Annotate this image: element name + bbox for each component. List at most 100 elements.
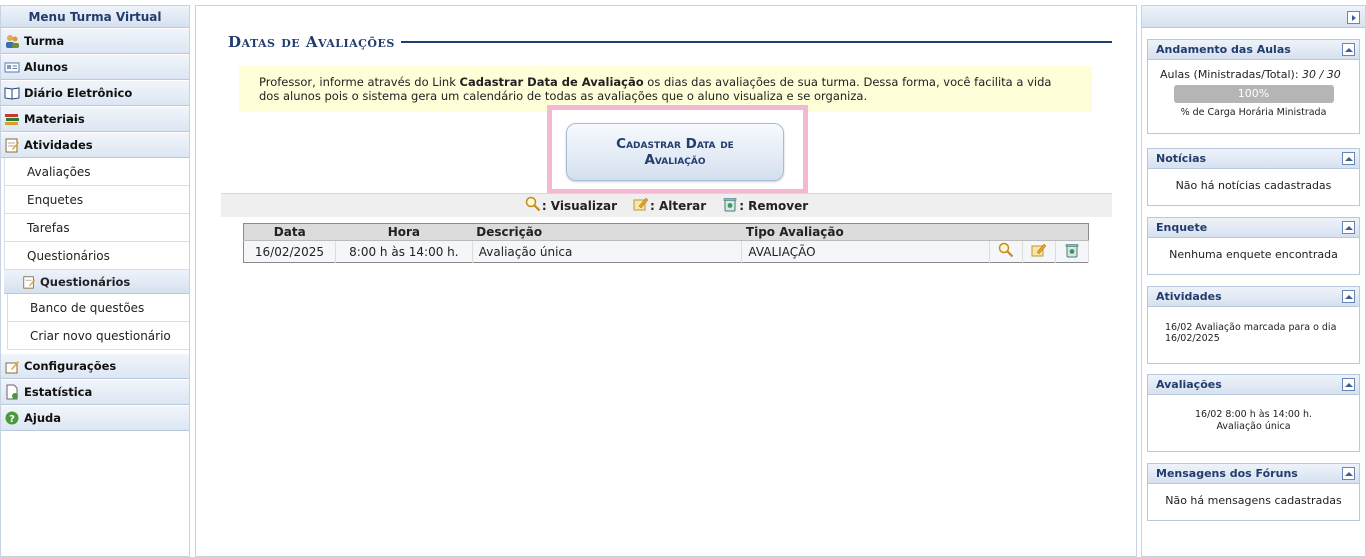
chevron-up-icon — [1344, 294, 1353, 299]
trash-icon — [722, 196, 739, 215]
enquete-body: Nenhuma enquete encontrada — [1169, 248, 1338, 261]
menu-section-materiais[interactable]: Materiais — [1, 106, 189, 132]
panel-title: Andamento das Aulas — [1148, 40, 1359, 60]
menu-item-tarefas[interactable]: Tarefas — [4, 214, 189, 242]
col-header-data: Data — [243, 223, 336, 241]
menu-section-estatistica[interactable]: Estatística — [1, 379, 189, 405]
menu-subsection-questionarios[interactable]: Questionários — [4, 270, 189, 294]
trash-icon — [1064, 244, 1080, 261]
panel-avaliacoes: Avaliações 16/02 8:00 h às 14:00 h. Aval… — [1147, 374, 1360, 452]
table-row: 16/02/2025 8:00 h às 14:00 h. Avaliação … — [243, 240, 1090, 263]
main-content: Datas de Avaliações Professor, informe a… — [195, 5, 1137, 557]
collapse-button[interactable] — [1342, 378, 1355, 391]
chevron-right-icon — [1351, 14, 1356, 21]
menu-title: Menu Turma Virtual — [1, 6, 189, 28]
collapse-button[interactable] — [1342, 152, 1355, 165]
collapse-button[interactable] — [1342, 467, 1355, 480]
menu-item-avaliacoes[interactable]: Avaliações — [4, 158, 189, 186]
menu-section-label: Estatística — [24, 385, 93, 399]
legend-visualizar: : Visualizar — [525, 196, 617, 215]
magnifier-icon — [998, 242, 1014, 261]
id-card-icon — [4, 59, 20, 75]
cadastrar-highlight: Cadastrar Data de Avaliação — [547, 105, 808, 194]
panel-title-text: Atividades — [1156, 290, 1222, 303]
chevron-up-icon — [1344, 382, 1353, 387]
col-header-actions — [989, 223, 1023, 241]
col-header-tipo: Tipo Avaliação — [741, 223, 990, 241]
notepad-icon — [4, 137, 20, 153]
progress-text: 100% — [1237, 87, 1270, 100]
menu-subsection-label: Questionários — [40, 274, 131, 289]
menu-section-label: Diário Eletrônico — [24, 86, 133, 100]
info-link-text: Cadastrar Data de Avaliação — [459, 75, 644, 89]
menu-item-questionarios[interactable]: Questionários — [4, 242, 189, 270]
menu-item-banco-questoes[interactable]: Banco de questões — [7, 294, 189, 322]
panel-title: Atividades — [1148, 287, 1359, 307]
view-action[interactable] — [989, 240, 1023, 263]
atividade-date: 16/02 — [1165, 322, 1193, 333]
avaliacoes-table: Data Hora Descrição Tipo Avaliação 16/02… — [243, 223, 1090, 263]
col-header-actions — [1022, 223, 1056, 241]
progress-caption: % de Carga Horária Ministrada — [1180, 107, 1327, 118]
info-text-prefix: Professor, informe através do Link — [259, 75, 460, 89]
menu-section-diario[interactable]: Diário Eletrônico — [1, 80, 189, 106]
cadastrar-data-button[interactable]: Cadastrar Data de Avaliação — [566, 123, 784, 181]
menu-section-atividades[interactable]: Atividades — [1, 132, 189, 158]
cell-data: 16/02/2025 — [243, 240, 336, 263]
books-stack-icon — [4, 111, 20, 127]
users-icon — [4, 33, 20, 49]
title-divider — [400, 41, 1112, 43]
panel-title: Avaliações — [1148, 375, 1359, 395]
menu-item-criar-questionario[interactable]: Criar novo questionário — [7, 322, 189, 350]
collapse-button[interactable] — [1342, 221, 1355, 234]
noticias-body: Não há notícias cadastradas — [1175, 179, 1332, 192]
table-header-row: Data Hora Descrição Tipo Avaliação — [243, 223, 1089, 241]
legend-alterar: : Alterar — [633, 196, 706, 215]
avaliacoes-body[interactable]: 16/02 8:00 h às 14:00 h. Avaliação única — [1148, 395, 1359, 433]
page-title-row: Datas de Avaliações — [228, 32, 1112, 52]
menu-section-configuracoes[interactable]: Configurações — [1, 353, 189, 379]
panel-andamento: Andamento das Aulas Aulas (Ministradas/T… — [1147, 39, 1360, 134]
atividades-body[interactable]: 16/02 Avaliação marcada para o dia 16/02… — [1148, 307, 1359, 344]
left-menu: Menu Turma Virtual Turma Alunos Diário E… — [0, 5, 190, 557]
panel-title-text: Andamento das Aulas — [1156, 43, 1291, 56]
legend-visualizar-label: : Visualizar — [541, 198, 617, 213]
panel-mensagens: Mensagens dos Fóruns Não há mensagens ca… — [1147, 463, 1360, 521]
magnifier-icon — [525, 196, 542, 215]
menu-section-label: Materiais — [24, 112, 85, 126]
col-header-hora: Hora — [335, 223, 473, 241]
panel-title: Mensagens dos Fóruns — [1148, 464, 1359, 484]
edit-action[interactable] — [1022, 240, 1056, 263]
cell-tipo: AVALIAÇÃO — [741, 240, 991, 263]
aulas-label: Aulas (Ministradas/Total): — [1160, 68, 1299, 81]
chevron-up-icon — [1344, 471, 1353, 476]
collapse-button[interactable] — [1342, 290, 1355, 303]
avaliacao-line2: Avaliação única — [1216, 421, 1291, 432]
menu-section-alunos[interactable]: Alunos — [1, 54, 189, 80]
settings-edit-icon — [4, 358, 20, 374]
collapse-button[interactable] — [1342, 43, 1355, 56]
cell-descricao: Avaliação única — [472, 240, 743, 263]
panel-enquete: Enquete Nenhuma enquete encontrada — [1147, 217, 1360, 275]
menu-section-ajuda[interactable]: ? Ajuda — [1, 405, 189, 431]
menu-section-label: Atividades — [24, 138, 93, 152]
chevron-up-icon — [1344, 47, 1353, 52]
panel-title: Notícias — [1148, 149, 1359, 169]
menu-section-turma[interactable]: Turma — [1, 28, 189, 54]
menu-item-enquetes[interactable]: Enquetes — [4, 186, 189, 214]
avaliacao-line1: 16/02 8:00 h às 14:00 h. — [1194, 409, 1313, 420]
col-header-actions — [1055, 223, 1089, 241]
panel-noticias: Notícias Não há notícias cadastradas — [1147, 148, 1360, 206]
collapse-panel-button[interactable] — [1347, 11, 1360, 24]
panel-title-text: Mensagens dos Fóruns — [1156, 467, 1298, 480]
chevron-up-icon — [1344, 225, 1353, 230]
remove-action[interactable] — [1055, 240, 1090, 263]
panel-title-text: Enquete — [1156, 221, 1208, 234]
legend-alterar-label: : Alterar — [650, 198, 707, 213]
aulas-label-row: Aulas (Ministradas/Total): 30 / 30 — [1148, 68, 1359, 81]
svg-text:?: ? — [9, 414, 15, 425]
right-panel: Andamento das Aulas Aulas (Ministradas/T… — [1141, 5, 1366, 557]
chevron-up-icon — [1344, 156, 1353, 161]
panel-title: Enquete — [1148, 218, 1359, 238]
progress-bar: 100% — [1173, 85, 1334, 103]
